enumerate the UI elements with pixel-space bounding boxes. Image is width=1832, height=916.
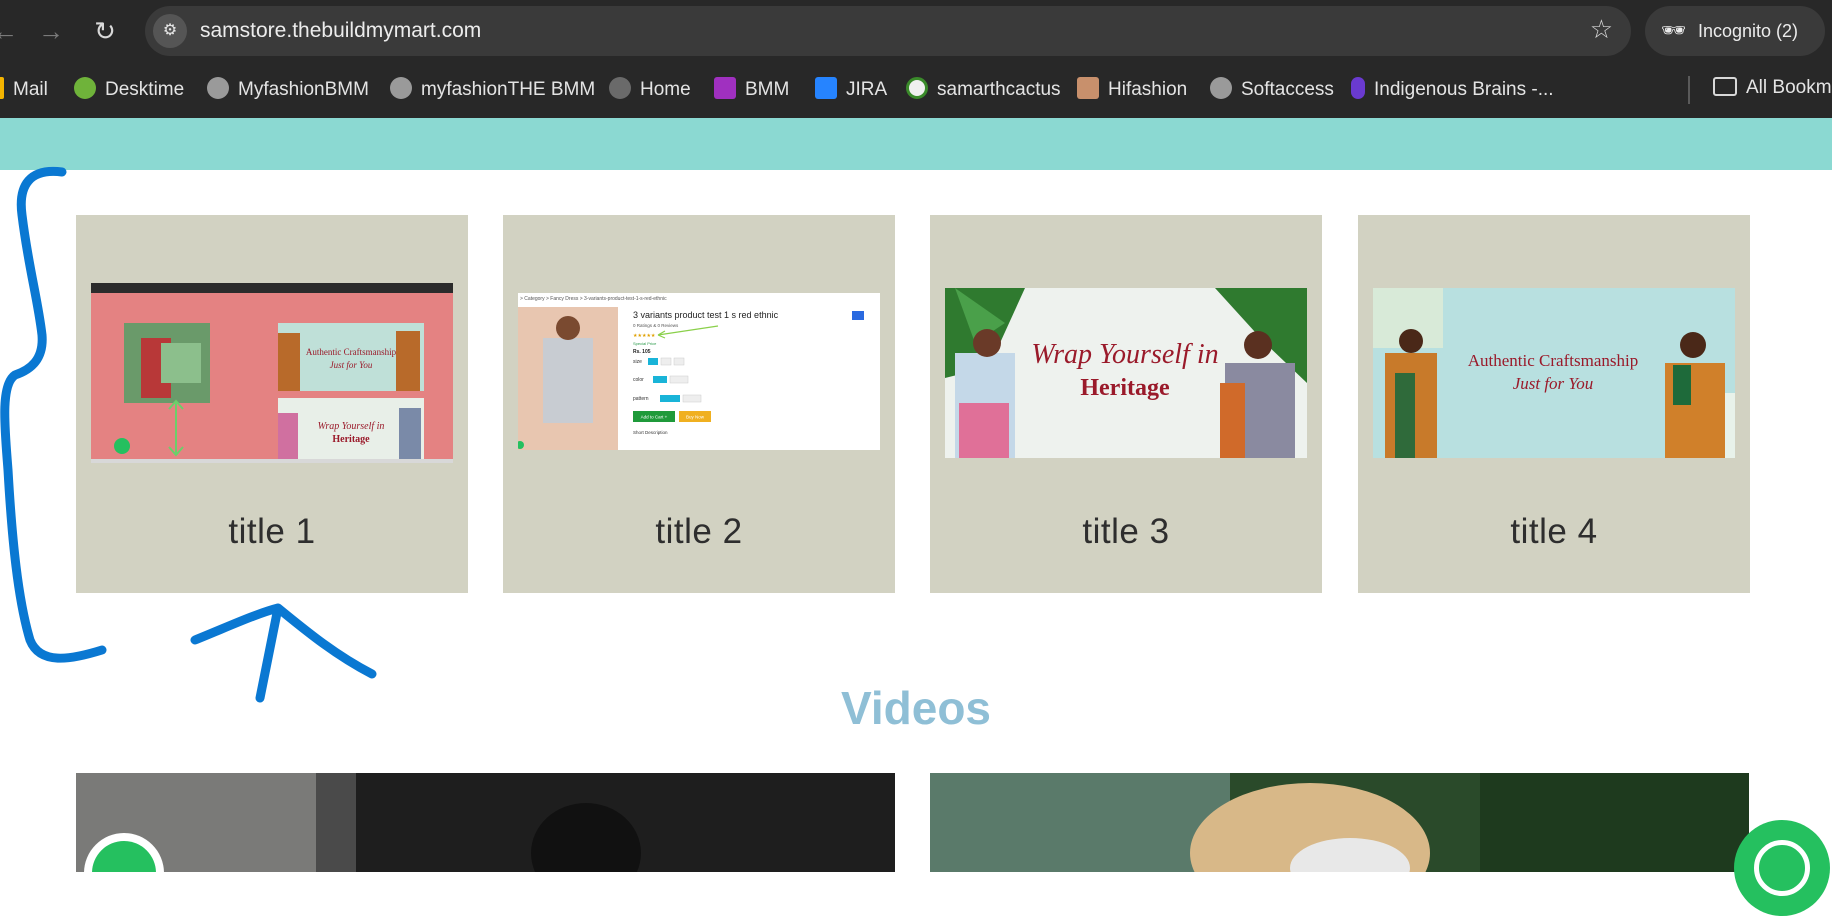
card-title: title 2 [655, 512, 743, 551]
bookmark-desktime[interactable]: Desktime [74, 77, 184, 103]
hifashion-icon [1077, 77, 1099, 99]
video-frame [76, 773, 895, 872]
category-card-3[interactable]: Wrap Yourself in Heritage title 3 [930, 215, 1322, 593]
banner-subline: Just for You [1513, 374, 1594, 393]
bookmark-myfashionthebmm[interactable]: myfashionTHE BMM [390, 77, 595, 103]
thumb-banner-text: Heritage [332, 434, 370, 445]
bookmark-label: JIRA [846, 79, 888, 100]
bookmark-softaccess[interactable]: Softaccess [1210, 77, 1334, 103]
globe-icon [207, 77, 229, 99]
thumb-banner-text: Authentic Craftsmanship [306, 347, 397, 357]
screenshot-thumbnail: Authentic Craftsmanship Just for You Wra… [91, 283, 453, 463]
thumb-stars: ★★★★★ [633, 333, 656, 339]
category-card-1[interactable]: Authentic Craftsmanship Just for You Wra… [76, 215, 468, 593]
video-thumbnail-1[interactable] [76, 773, 895, 872]
thumb-product-title: 3 variants product test 1 s red ethnic [633, 310, 779, 320]
indigenous-brains-icon [1351, 77, 1365, 99]
header-band [0, 118, 1832, 170]
category-card-2[interactable]: > Category > Fancy Dress > 3-variants-pr… [503, 215, 895, 593]
cactus-icon [906, 77, 928, 99]
video-frame [930, 773, 1749, 872]
card-title: title 1 [228, 512, 316, 551]
card-thumbnail: Authentic Craftsmanship Just for You [1373, 283, 1735, 463]
bookmark-label: Home [640, 79, 691, 100]
card-thumbnail: Wrap Yourself in Heritage [945, 283, 1307, 463]
all-bookmarks[interactable]: All Bookm [1713, 77, 1832, 103]
thumb-special-price: Special Price [633, 341, 657, 346]
bookmark-label: BMM [745, 79, 790, 100]
thumb-pattern-label: pattern [633, 396, 649, 402]
bookmark-samarthcactus[interactable]: samarthcactus [906, 77, 1061, 103]
globe-icon [609, 77, 631, 99]
bookmark-label: Hifashion [1108, 79, 1188, 100]
banner-subline: Heritage [1080, 375, 1170, 401]
bookmark-label: Desktime [105, 79, 185, 100]
card-thumbnail: > Category > Fancy Dress > 3-variants-pr… [518, 283, 880, 463]
bookmark-indigenous-brains[interactable]: Indigenous Brains -... [1351, 77, 1554, 103]
incognito-button[interactable]: 🕶 Incognito (2) [1645, 6, 1825, 56]
url-text[interactable]: samstore.thebuildmymart.com [200, 19, 481, 43]
bookmark-home[interactable]: Home [609, 77, 691, 103]
reload-icon[interactable]: ↻ [88, 14, 122, 48]
mail-icon [0, 77, 4, 99]
video-thumbnail-2[interactable] [930, 773, 1749, 872]
card-thumbnail: Authentic Craftsmanship Just for You Wra… [91, 283, 453, 463]
banner-image: Wrap Yourself in Heritage [945, 283, 1307, 463]
thumb-breadcrumb: > Category > Fancy Dress > 3-variants-pr… [520, 296, 667, 302]
bookmark-label: myfashionTHE BMM [421, 79, 596, 100]
site-info-icon[interactable]: ⚙ [153, 14, 187, 48]
globe-icon [390, 77, 412, 99]
thumb-ratings: 0 Ratings & 0 Reviews [633, 323, 679, 328]
incognito-label: Incognito (2) [1698, 21, 1799, 41]
whatsapp-chat-button[interactable] [1734, 820, 1830, 916]
banner-image: Authentic Craftsmanship Just for You [1373, 288, 1735, 458]
address-bar[interactable]: ⚙ samstore.thebuildmymart.com ☆ [145, 6, 1631, 56]
thumb-short-description: Short Description [633, 430, 668, 435]
category-card-4[interactable]: Authentic Craftsmanship Just for You tit… [1358, 215, 1750, 593]
folder-icon [1713, 77, 1737, 96]
thumb-buy-now: Buy Now [686, 415, 705, 420]
bookmark-hifashion[interactable]: Hifashion [1077, 77, 1187, 103]
browser-toolbar: ← → ↻ ⚙ samstore.thebuildmymart.com ☆ 🕶 … [0, 0, 1832, 62]
bookmark-bmm[interactable]: BMM [714, 77, 789, 103]
card-title: title 3 [1082, 512, 1170, 551]
bookmark-mail[interactable]: Mail [0, 77, 48, 103]
banner-headline: Authentic Craftsmanship [1468, 351, 1638, 370]
all-bookmarks-label: All Bookm [1746, 77, 1832, 98]
back-icon[interactable]: ← [0, 14, 22, 48]
bookmark-label: Indigenous Brains -... [1374, 79, 1554, 100]
bookmarks-bar: Mail Desktime MyfashionBMM myfashionTHE … [0, 62, 1832, 118]
thumb-banner-text: Just for You [330, 360, 373, 370]
bookmark-label: MyfashionBMM [238, 79, 369, 100]
thumb-price: Rs. 105 [633, 349, 651, 355]
jira-icon [815, 77, 837, 99]
screenshot-thumbnail: > Category > Fancy Dress > 3-variants-pr… [518, 283, 880, 463]
bookmark-star-icon[interactable]: ☆ [1590, 14, 1613, 45]
card-title: title 4 [1510, 512, 1598, 551]
bookmark-label: Mail [13, 79, 48, 100]
bookmark-myfashionbmm[interactable]: MyfashionBMM [207, 77, 369, 103]
bmm-icon [714, 77, 736, 99]
desktime-icon [74, 77, 96, 99]
whatsapp-icon [1754, 840, 1810, 896]
banner-headline: Wrap Yourself in [1031, 339, 1218, 370]
bookmarks-divider [1688, 76, 1690, 104]
videos-heading: Videos [841, 682, 991, 734]
forward-icon[interactable]: → [34, 14, 68, 48]
thumb-color-label: color [633, 377, 644, 383]
bookmark-jira[interactable]: JIRA [815, 77, 887, 103]
bookmark-label: Softaccess [1241, 79, 1334, 100]
thumb-size-label: size [633, 359, 642, 365]
bookmark-label: samarthcactus [937, 79, 1061, 100]
thumb-add-to-cart: Add to Cart + [641, 415, 668, 420]
globe-icon [1210, 77, 1232, 99]
incognito-icon: 🕶 [1661, 20, 1687, 42]
thumb-banner-text: Wrap Yourself in [318, 421, 385, 432]
